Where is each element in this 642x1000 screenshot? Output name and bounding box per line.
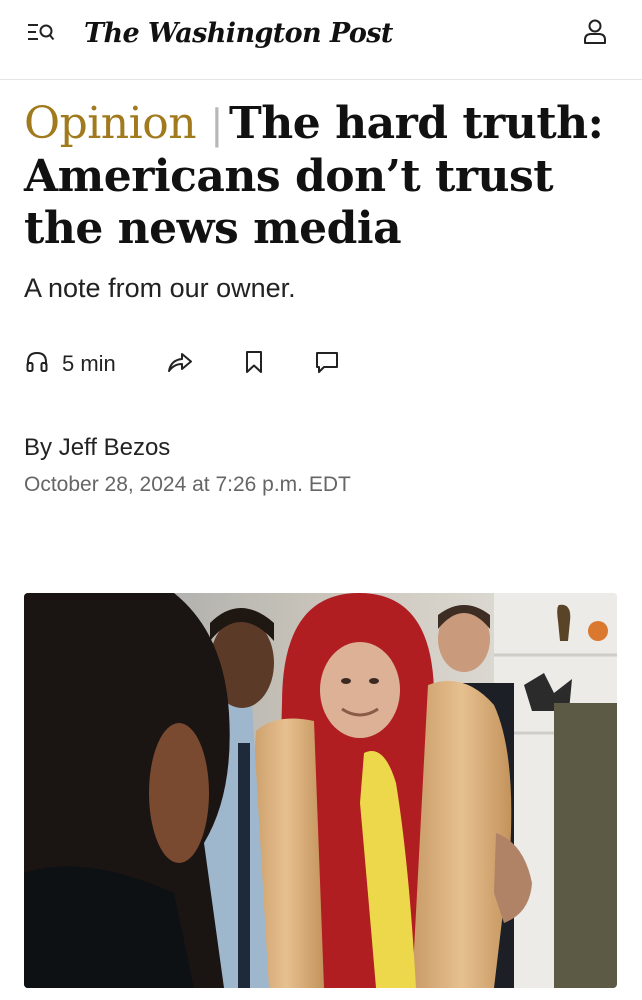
byline-prefix: By	[24, 434, 59, 461]
user-icon[interactable]	[580, 16, 610, 46]
opinion-kicker[interactable]: Opinion	[24, 98, 197, 149]
byline: By Jeff Bezos	[24, 432, 170, 464]
save-button[interactable]	[242, 349, 266, 379]
share-button[interactable]	[166, 349, 194, 379]
article-action-bar: 5 min	[24, 343, 364, 383]
publish-date: October 28, 2024 at 7:26 p.m. EDT	[24, 473, 351, 496]
article-subtitle: A note from our owner.	[24, 273, 296, 303]
menu-search-icon[interactable]	[26, 20, 56, 46]
article-headline: Opinion | The hard truth: Americans don’t …	[24, 98, 624, 255]
listen-duration: 5 min	[62, 351, 116, 376]
share-arrow-icon	[166, 349, 194, 380]
headphones-icon	[24, 349, 50, 380]
kicker-separator: |	[210, 102, 224, 148]
masthead-logo[interactable]: The Washington Post	[84, 14, 393, 54]
lead-photo	[24, 593, 617, 988]
listen-button[interactable]: 5 min	[24, 349, 116, 379]
comment-button[interactable]	[314, 349, 340, 379]
comment-icon	[314, 349, 340, 380]
author-link[interactable]: Jeff Bezos	[59, 434, 171, 461]
top-navigation-bar: The Washington Post	[0, 0, 642, 80]
bookmark-icon	[242, 349, 266, 380]
